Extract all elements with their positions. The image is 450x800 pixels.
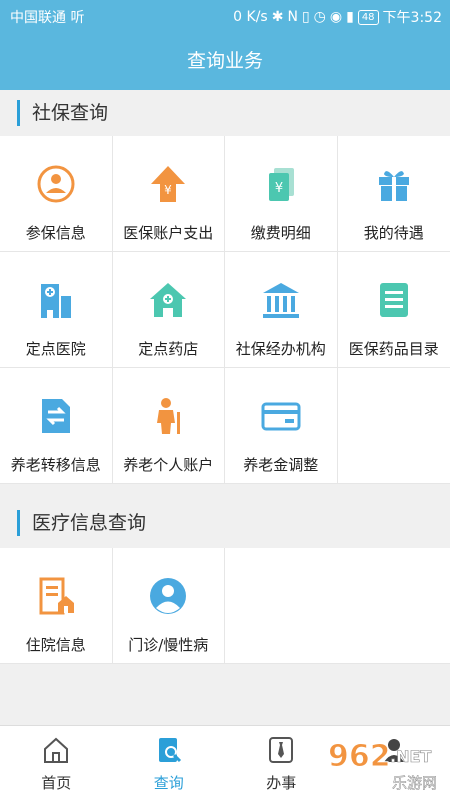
grid-item-label: 养老金调整 (243, 456, 319, 474)
site-watermark-logo: 962 .NET 乐游网 (328, 739, 438, 793)
grid-item-label: 定点医院 (25, 340, 86, 358)
carrier-text: 中国联通 听 (10, 10, 85, 26)
grid-item-label: 我的待遇 (363, 224, 424, 242)
status-icons: 0 K/s ✱ N ▯ ◷ ◉ ▮ 48 下午3:52 (233, 7, 442, 27)
grid-item-label: 参保信息 (25, 224, 86, 242)
battery-icon: 48 (357, 9, 379, 25)
section-title: 社保查询 (32, 102, 109, 124)
signal-icon: ▮ (346, 9, 354, 25)
yuan-document-icon: ¥ (268, 168, 294, 201)
hospital-icon (40, 284, 71, 318)
alarm-icon: ◷ (313, 9, 326, 25)
tie-icon (269, 737, 294, 763)
search-document-icon (158, 738, 181, 763)
elderly-person-icon (157, 398, 181, 434)
grid-item-payment-details[interactable]: ¥ 缴费明细 (225, 136, 338, 252)
transfer-document-icon (41, 399, 70, 433)
grid-item-label: 住院信息 (25, 636, 86, 654)
grid-item-inpatient-info[interactable]: 住院信息 (0, 548, 113, 664)
grid-item-medical-account-expenses[interactable]: ¥ 医保账户支出 (112, 136, 225, 252)
grid-empty-cell (337, 548, 450, 664)
grid-item-designated-pharmacy[interactable]: 定点药店 (112, 252, 225, 368)
gift-icon (378, 171, 409, 201)
tab-label: 办事 (266, 774, 297, 792)
section-header-medical-info: 医疗信息查询 (0, 500, 450, 546)
list-document-icon (379, 283, 408, 317)
grid-item-label: 医保药品目录 (348, 340, 439, 358)
yuan-up-arrow-icon: ¥ (151, 166, 186, 202)
grid-item-label: 门诊/慢性病 (128, 636, 209, 654)
grid-item-pension-adjustment[interactable]: 养老金调整 (225, 368, 338, 484)
person-circle-icon (37, 165, 75, 203)
clock-text: 下午3:52 (382, 10, 442, 26)
eye-icon: ◉ (329, 9, 343, 25)
home-icon (44, 737, 69, 763)
grid-empty-cell (225, 548, 338, 664)
section-accent-bar (17, 510, 20, 536)
grid-item-pension-account[interactable]: 养老个人账户 (112, 368, 225, 484)
card-icon (261, 402, 301, 431)
tab-query[interactable]: 查询 (113, 726, 226, 800)
svg-text:962: 962 (328, 739, 391, 774)
network-speed: 0 K/s (233, 9, 268, 25)
tab-label: 查询 (153, 774, 184, 792)
page-title: 查询业务 (0, 32, 450, 90)
grid-empty-cell (337, 368, 450, 484)
grid-item-outpatient-chronic[interactable]: 门诊/慢性病 (112, 548, 225, 664)
bluetooth-icon: ✱ (271, 9, 284, 25)
pharmacy-house-icon (150, 283, 187, 317)
grid-item-insurance-info[interactable]: 参保信息 (0, 136, 113, 252)
svg-text:¥: ¥ (164, 183, 172, 197)
grid-item-label: 养老转移信息 (10, 456, 101, 474)
grid-item-designated-hospital[interactable]: 定点医院 (0, 252, 113, 368)
social-security-grid: 参保信息 ¥ 医保账户支出 ¥ 缴费明细 我的待遇 定点医院 定点药店 社保经办… (0, 136, 450, 484)
tab-home[interactable]: 首页 (0, 726, 113, 800)
inpatient-document-icon (39, 577, 74, 615)
grid-item-drug-catalog[interactable]: 医保药品目录 (337, 252, 450, 368)
grid-item-my-benefits[interactable]: 我的待遇 (337, 136, 450, 252)
section-header-social-security: 社保查询 (0, 90, 450, 136)
vibrate-icon: ▯ (301, 9, 310, 25)
grid-item-label: 养老个人账户 (123, 456, 214, 474)
status-bar: 中国联通 听 0 K/s ✱ N ▯ ◷ ◉ ▮ 48 下午3:52 (0, 0, 450, 32)
grid-item-label: 医保账户支出 (123, 224, 214, 242)
grid-item-label: 社保经办机构 (235, 340, 326, 358)
medical-info-grid: 住院信息 门诊/慢性病 (0, 548, 450, 664)
section-title: 医疗信息查询 (32, 512, 147, 534)
grid-item-social-security-agency[interactable]: 社保经办机构 (225, 252, 338, 368)
doctor-avatar-icon (150, 578, 187, 614)
nfc-icon: N (287, 9, 298, 25)
svg-text:.NET: .NET (390, 747, 431, 766)
svg-text:¥: ¥ (275, 181, 283, 196)
tab-label: 首页 (41, 774, 72, 792)
tab-services[interactable]: 办事 (225, 726, 338, 800)
institution-building-icon (262, 283, 299, 318)
svg-text:乐游网: 乐游网 (392, 774, 437, 792)
grid-item-label: 定点药店 (138, 340, 199, 358)
section-accent-bar (17, 100, 20, 126)
grid-item-pension-transfer[interactable]: 养老转移信息 (0, 368, 113, 484)
grid-item-label: 缴费明细 (250, 224, 311, 242)
